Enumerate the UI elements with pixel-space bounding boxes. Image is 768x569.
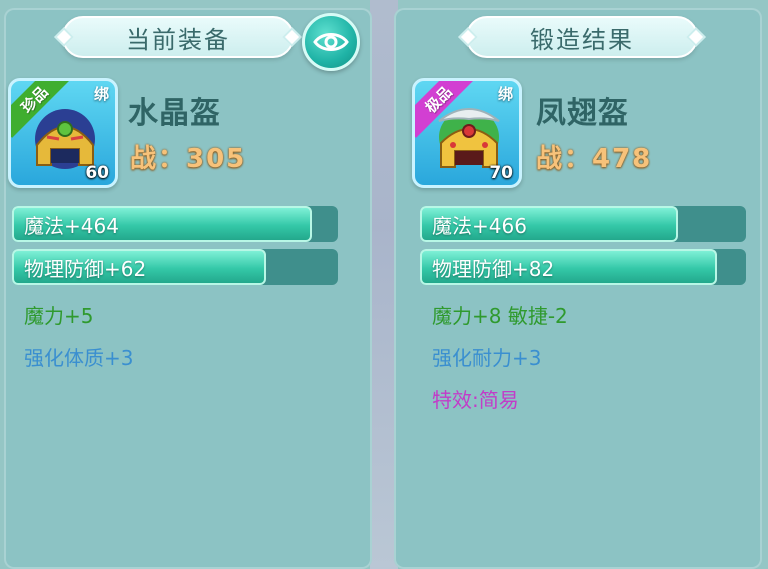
attr-line: 魔力+5: [24, 304, 94, 328]
attr-line: 特效:简易: [432, 388, 519, 412]
eye-icon: [313, 33, 349, 51]
bind-badge: 绑: [93, 85, 109, 103]
current-item-icon[interactable]: 珍品 绑 60: [8, 78, 118, 188]
level-badge: 60: [85, 163, 109, 183]
stat-label: 物理防御+82: [432, 256, 555, 281]
stat-bar-magic: 魔法+464: [12, 206, 338, 242]
stat-bar-physical-defense: 物理防御+62: [12, 249, 338, 285]
attr-line: 魔力+8 敏捷-2: [432, 304, 568, 328]
forge-result-title: 锻造结果: [466, 16, 698, 58]
attr-line: 强化耐力+3: [432, 346, 542, 370]
eye-button[interactable]: [302, 13, 360, 71]
stat-bar-physical-defense: 物理防御+82: [420, 249, 746, 285]
current-equipment-panel: 当前装备 珍品 绑 60 水晶盔 战：305 魔法+464 物理防御+62 魔力…: [4, 8, 372, 569]
current-equipment-title: 当前装备: [62, 16, 294, 58]
bind-badge: 绑: [497, 85, 513, 103]
result-item-icon[interactable]: 极品 绑 70: [412, 78, 522, 188]
stat-label: 物理防御+62: [24, 256, 147, 281]
attr-line: 强化体质+3: [24, 346, 134, 370]
level-badge: 70: [489, 163, 513, 183]
forge-result-panel: 锻造结果 极品 绑 70 凤翅盔 战：478 魔法+466 物理防御+82 魔力…: [394, 8, 762, 569]
result-item-name: 凤翅盔: [536, 96, 629, 131]
current-power-score: 战：305: [130, 144, 247, 174]
current-item-name: 水晶盔: [128, 96, 221, 131]
result-power-score: 战：478: [536, 144, 653, 174]
stat-bar-magic: 魔法+466: [420, 206, 746, 242]
stat-label: 魔法+464: [24, 213, 119, 238]
stat-label: 魔法+466: [432, 213, 527, 238]
